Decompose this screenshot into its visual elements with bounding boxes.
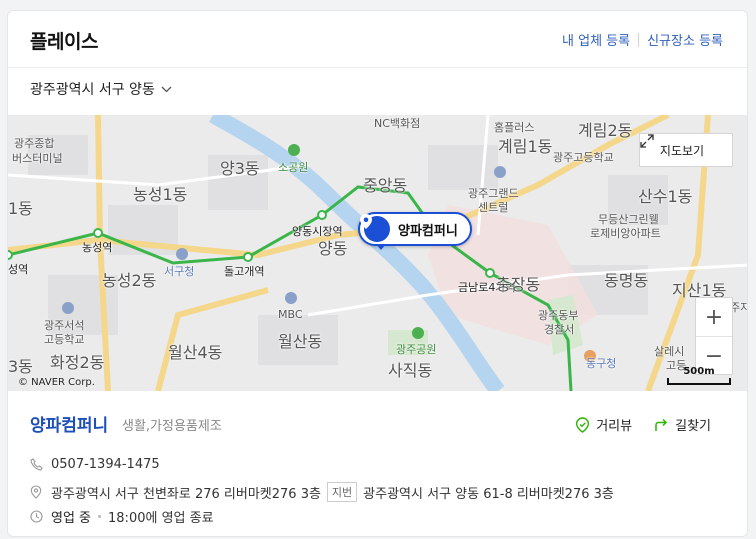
map-label: 돌고개역 <box>224 265 265 278</box>
map-label: 동구청 <box>586 357 617 370</box>
distance-view-button[interactable]: 거리뷰 <box>575 415 632 434</box>
phone-icon <box>30 457 44 472</box>
directions-label: 길찾기 <box>675 419 711 434</box>
map-label: NC백화점 <box>374 117 421 130</box>
hours-row: 영업 중 18:00에 영업 종료 <box>30 507 214 526</box>
map-label: 동명동 <box>604 271 649 290</box>
map-label: 광주고등학교 <box>553 151 614 164</box>
map-label: 농성역 <box>82 241 113 254</box>
link-divider <box>638 32 640 47</box>
map-label: 소공원 <box>278 161 309 174</box>
view-map-label: 지도보기 <box>659 143 705 158</box>
location-pin-icon <box>360 214 390 242</box>
zoom-controls: + − <box>695 297 733 375</box>
map-label: 로제비앙아파트 <box>590 227 661 240</box>
header-links: 내 업체 등록 신규장소 등록 <box>562 30 723 49</box>
map-view[interactable]: NC백화점 홈플러스 계림2동 광주종합 버스터미널 양3동 소공원 계림1동 … <box>8 115 747 391</box>
map-label: 3동 <box>8 357 33 376</box>
pin-tail <box>376 244 386 250</box>
phone-number[interactable]: 0507-1394-1475 <box>51 457 160 472</box>
region-selector[interactable]: 광주광역시 서구 양동 <box>30 79 172 99</box>
pin-label: 양파컴퍼니 <box>398 223 458 239</box>
map-label: 광주종합 <box>14 137 55 150</box>
view-map-button[interactable]: 지도보기 <box>639 133 733 167</box>
address-row: 광주광역시 서구 천변좌로 276 리버마켓276 3층 지번 광주광역시 서구… <box>30 482 614 502</box>
place-actions: 거리뷰 길찾기 <box>553 415 711 434</box>
business-hours: 18:00에 영업 종료 <box>108 511 214 526</box>
map-label: 농성2동 <box>102 271 157 290</box>
directions-button[interactable]: 길찾기 <box>654 415 711 434</box>
road-address: 광주광역시 서구 천변좌로 276 리버마켓276 3층 <box>51 486 321 502</box>
map-label: 버스터미널 <box>12 152 63 165</box>
map-label: 중앙동 <box>363 176 408 195</box>
map-label: 화정2동 <box>50 353 105 372</box>
zoom-in-button[interactable]: + <box>696 298 732 337</box>
map-label: 성역 <box>8 263 29 276</box>
map-label: 광주공원 <box>396 343 437 356</box>
section-title: 플레이스 <box>30 31 98 53</box>
map-label: 계림1동 <box>498 137 553 156</box>
map-label: 사직동 <box>388 361 433 380</box>
map-label: 서구청 <box>164 265 195 278</box>
place-info: 양파컴퍼니 생활,가정용품제조 거리뷰 길찾기 0507-1394-1475 광… <box>8 391 747 536</box>
map-label: 경찰서 <box>544 323 575 336</box>
map-label: 월산4동 <box>168 343 223 362</box>
jibun-address: 광주광역시 서구 양동 61-8 리버마켓276 3층 <box>363 486 614 502</box>
scale-bar <box>667 378 731 385</box>
map-background <box>8 115 747 391</box>
map-pin-outline-icon <box>576 416 590 433</box>
place-pin-marker[interactable]: 양파컴퍼니 <box>358 212 472 250</box>
map-copyright: © NAVER Corp. <box>18 377 95 388</box>
phone-row: 0507-1394-1475 <box>30 457 160 472</box>
map-label: 양3동 <box>220 159 260 178</box>
address-pin-icon <box>30 485 44 499</box>
map-label: 계림2동 <box>578 121 633 140</box>
distance-view-label: 거리뷰 <box>596 419 633 434</box>
business-status: 영업 중 <box>51 511 92 526</box>
register-new-place-link[interactable]: 신규장소 등록 <box>647 30 723 49</box>
map-label: 농성1동 <box>133 185 188 204</box>
map-label: 센트럴 <box>478 201 509 214</box>
directions-arrow-icon <box>655 418 668 431</box>
map-label: 1동 <box>8 199 33 218</box>
chevron-down-icon <box>161 81 172 97</box>
register-business-link[interactable]: 내 업체 등록 <box>562 30 630 49</box>
place-card: 플레이스 내 업체 등록 신규장소 등록 광주광역시 서구 양동 NC백화점 홈… <box>7 10 748 537</box>
card-header: 플레이스 내 업체 등록 신규장소 등록 <box>8 11 747 68</box>
map-label: 산수1동 <box>638 187 693 206</box>
place-name-link[interactable]: 양파컴퍼니 <box>30 411 108 436</box>
place-category: 생활,가정용품제조 <box>122 419 222 434</box>
clock-icon <box>30 509 44 524</box>
map-label: 양동 <box>318 239 348 258</box>
map-label: 월산동 <box>278 332 323 351</box>
separator-dot <box>98 515 102 518</box>
map-label: MBC <box>278 308 303 321</box>
jibun-tag: 지번 <box>326 482 358 502</box>
map-scale: 500m <box>667 366 731 385</box>
map-label: 충장동 <box>496 275 541 294</box>
map-label: 고등학교 <box>44 333 85 346</box>
scale-label: 500m <box>683 366 715 377</box>
region-label: 광주광역시 서구 양동 <box>30 82 155 98</box>
